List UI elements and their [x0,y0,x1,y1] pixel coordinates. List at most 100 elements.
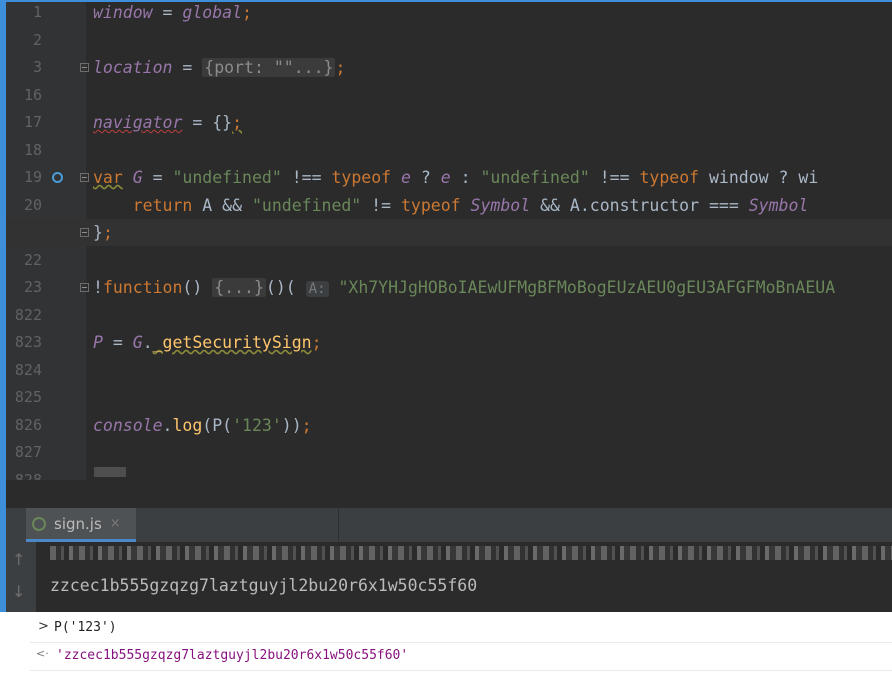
console-divider [30,670,892,671]
code-editor[interactable]: 1231617181920212223822823824825826827828… [0,0,892,508]
line-number: 1 [32,3,42,21]
code-token: '123' [232,415,282,435]
redacted-output-line [50,546,892,560]
code-token: console [93,415,163,435]
code-token: = [172,58,203,77]
line-number: 18 [23,140,42,159]
result-prompt-icon: <· [36,647,49,660]
line-number: 824 [14,360,42,379]
code-token: ; [301,415,312,435]
line-number: 22 [23,250,42,269]
horizontal-scrollbar-thumb[interactable] [94,467,126,477]
code-token: typeof [401,195,461,215]
code-line[interactable]: var G = "undefined" !== typeof e ? e : "… [93,164,818,191]
code-token: ! [93,278,103,297]
code-token: () [182,278,213,297]
code-line[interactable]: }; [93,219,113,246]
code-token: "undefined" [172,168,282,187]
code-token: typeof [331,168,392,187]
code-token: window [93,3,153,22]
run-console-output[interactable]: zzcec1b555gzqzg7laztguyjl2bu20r6x1w50c55… [36,542,892,612]
code-token: e [440,168,451,187]
nodejs-icon [32,516,46,531]
editor-bottom-area [6,480,892,508]
code-token: window ? wi [699,168,819,187]
line-number: 16 [23,85,42,104]
code-token: = [152,3,183,22]
breakpoint-marker-icon[interactable] [52,172,63,183]
code-token: P [93,333,103,352]
fold-toggle-icon[interactable] [80,63,89,72]
code-token: ; [102,223,113,242]
code-token: log [172,415,203,435]
code-token: global [182,3,243,22]
line-number: 826 [14,415,42,434]
input-prompt-icon: > [38,619,49,634]
code-line[interactable]: P = G._getSecuritySign; [93,329,322,356]
scroll-up-arrow-icon[interactable]: ↑ [12,550,25,569]
code-token: var [93,168,123,187]
parameter-hint: A: [305,281,329,297]
code-line[interactable]: return A && "undefined" != typeof Symbol… [93,192,809,219]
code-token: A && [192,195,252,215]
code-line[interactable]: console.log(P('123')); [93,412,312,439]
fold-toggle-icon[interactable] [80,283,89,292]
line-number: 2 [32,30,42,49]
line-number: 823 [14,333,42,351]
run-tab-bar: sign.js × [6,508,892,543]
tab-label: sign.js [54,514,102,533]
output-line: zzcec1b555gzqzg7laztguyjl2bu20r6x1w50c55… [50,576,478,595]
code-token: e [401,168,411,187]
code-token: : [450,168,481,187]
code-line[interactable]: !function() {...}()( A: "Xh7YHJgHOBoIAEw… [93,274,835,301]
code-token: ; [311,333,322,352]
line-number: 20 [23,195,42,214]
code-token: . [142,333,153,352]
code-token: === [699,195,749,215]
scroll-down-arrow-icon[interactable]: ↓ [12,582,25,601]
code-token: = [102,333,133,352]
line-number: 17 [23,113,42,131]
code-token: Symbol [470,195,531,215]
code-token: !== [281,168,332,187]
code-token: ; [232,113,243,132]
code-token: } [93,223,103,242]
code-token: {} [212,113,233,132]
run-side-toolbar: ↑ ↓ [6,542,36,612]
current-line-highlight [6,219,892,246]
fold-toggle-icon[interactable] [80,173,89,182]
collapsed-region[interactable]: {port: ""...} [202,58,336,77]
console-input[interactable]: P('123') [54,620,117,635]
code-token: ? [410,168,441,187]
fold-toggle-icon[interactable] [80,228,89,237]
code-token: location [93,58,173,77]
code-token: ; [242,3,252,22]
code-line[interactable]: location = {port: ""...}; [93,54,345,81]
code-token: != [361,195,401,215]
code-token: G [132,333,143,352]
tab-divider [338,508,339,542]
collapsed-region[interactable]: {...} [212,278,266,297]
devtools-console: > P('123') <· 'zzcec1b555gzqzg7laztguyjl… [0,612,892,680]
code-token: !== [589,168,640,187]
code-token: (P( [202,415,233,435]
code-token: constructor [589,195,700,215]
close-tab-icon[interactable]: × [110,516,121,531]
tab-sign-js[interactable]: sign.js × [26,508,136,542]
console-divider [30,642,892,643]
code-token: "undefined" [251,195,362,215]
code-token: && A. [530,195,590,215]
code-token: ()( [265,278,306,297]
code-token: )) [281,415,302,435]
code-token: return [132,195,193,215]
code-token: navigator [93,113,183,132]
code-token: = [142,168,173,187]
code-token: ; [335,58,346,77]
line-number: 3 [32,58,42,76]
code-line[interactable]: window = global; [93,2,252,26]
code-token: G [132,168,143,187]
code-line[interactable]: navigator = {}; [93,109,242,136]
